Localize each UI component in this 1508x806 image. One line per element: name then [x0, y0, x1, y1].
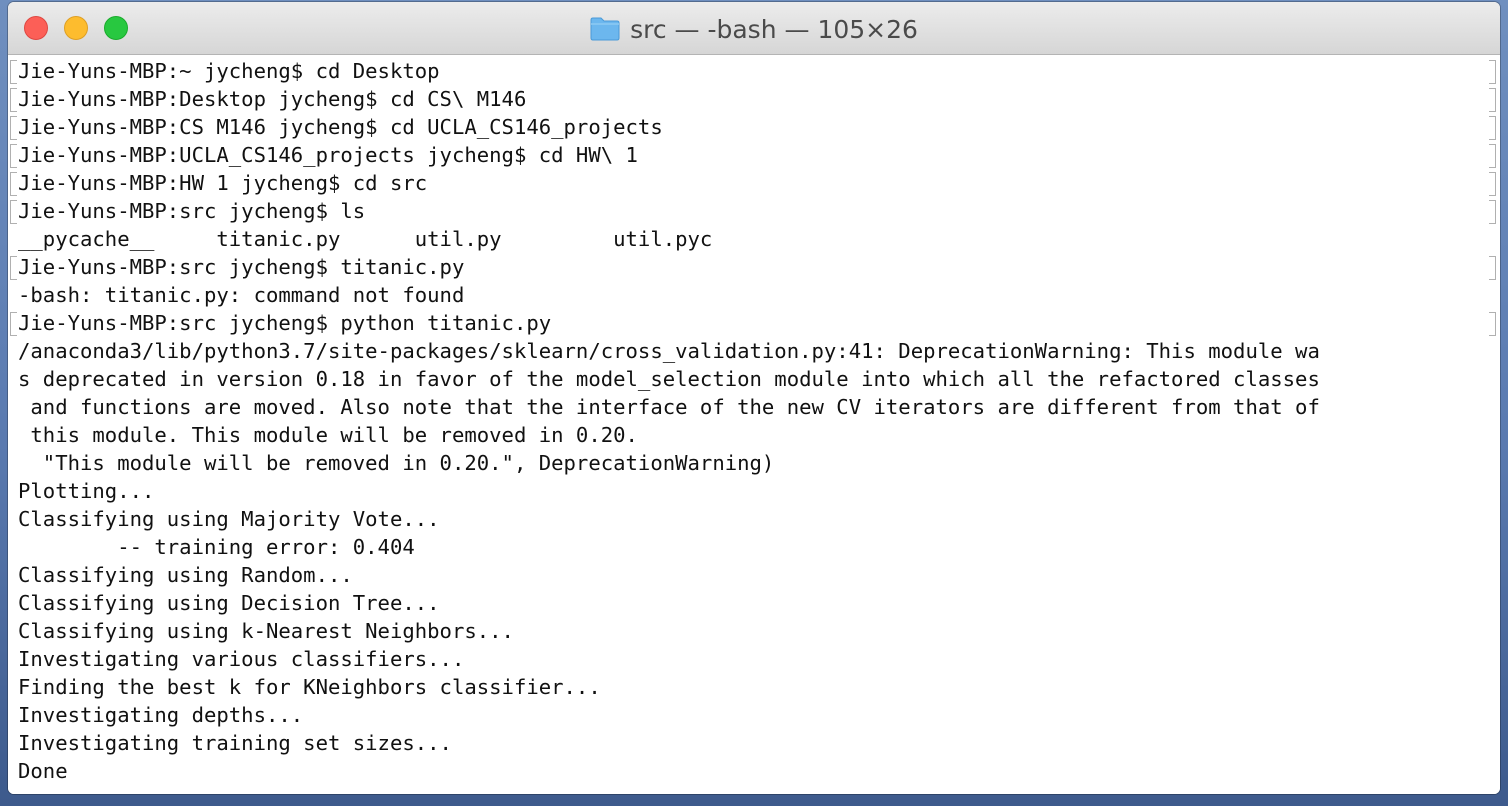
terminal-line: /anaconda3/lib/python3.7/site-packages/s… [18, 339, 1320, 363]
prompt-marker [1489, 88, 1496, 112]
terminal-window: src — -bash — 105×26 Jie-Yuns-MBP:~ jych… [8, 2, 1500, 794]
terminal-output[interactable]: Jie-Yuns-MBP:~ jycheng$ cd Desktop Jie-Y… [8, 57, 1500, 794]
prompt-marker [10, 256, 17, 280]
terminal-line: and functions are moved. Also note that … [18, 395, 1320, 419]
prompt-marker [10, 312, 17, 336]
prompt-marker [1489, 312, 1496, 336]
terminal-line: Classifying using Random... [18, 563, 353, 587]
terminal-line: this module. This module will be removed… [18, 423, 638, 447]
terminal-line: Jie-Yuns-MBP:Desktop jycheng$ cd CS\ M14… [18, 87, 527, 111]
terminal-line: Jie-Yuns-MBP:src jycheng$ titanic.py [18, 255, 465, 279]
terminal-line: Jie-Yuns-MBP:~ jycheng$ cd Desktop [18, 59, 440, 83]
terminal-line: Done [18, 759, 68, 783]
terminal-line: "This module will be removed in 0.20.", … [18, 451, 775, 475]
terminal-line: Jie-Yuns-MBP:src jycheng$ ls [18, 199, 366, 223]
window-title: src — -bash — 105×26 [8, 14, 1500, 44]
terminal-line: Jie-Yuns-MBP:UCLA_CS146_projects jycheng… [18, 143, 638, 167]
prompt-marker [1489, 200, 1496, 224]
terminal-line: Jie-Yuns-MBP:HW 1 jycheng$ cd src [18, 171, 428, 195]
terminal-line: -- training error: 0.404 [18, 535, 415, 559]
prompt-marker [10, 144, 17, 168]
terminal-line: Classifying using Majority Vote... [18, 507, 440, 531]
prompt-marker [10, 116, 17, 140]
prompt-marker [1489, 256, 1496, 280]
terminal-line: s deprecated in version 0.18 in favor of… [18, 367, 1320, 391]
terminal-line: Plotting... [18, 479, 155, 503]
terminal-line: Jie-Yuns-MBP:src jycheng$ python titanic… [18, 311, 552, 335]
terminal-line: Investigating depths... [18, 703, 304, 727]
terminal-line: Jie-Yuns-MBP:CS M146 jycheng$ cd UCLA_CS… [18, 115, 663, 139]
prompt-marker [1489, 172, 1496, 196]
terminal-line: Classifying using Decision Tree... [18, 591, 440, 615]
prompt-marker [10, 88, 17, 112]
title-bar[interactable]: src — -bash — 105×26 [8, 2, 1500, 55]
window-title-text: src — -bash — 105×26 [630, 14, 918, 44]
prompt-marker [10, 200, 17, 224]
terminal-line: -bash: titanic.py: command not found [18, 283, 465, 307]
prompt-marker [1489, 144, 1496, 168]
prompt-marker [10, 172, 17, 196]
terminal-line: Investigating various classifiers... [18, 647, 465, 671]
terminal-line: __pycache__ titanic.py util.py util.pyc [18, 227, 713, 251]
terminal-line: Investigating training set sizes... [18, 731, 452, 755]
prompt-marker [1489, 116, 1496, 140]
prompt-marker [1489, 60, 1496, 84]
prompt-marker [10, 60, 17, 84]
terminal-line: Classifying using k-Nearest Neighbors... [18, 619, 514, 643]
terminal-line: Finding the best k for KNeighbors classi… [18, 675, 601, 699]
folder-icon [590, 17, 620, 41]
